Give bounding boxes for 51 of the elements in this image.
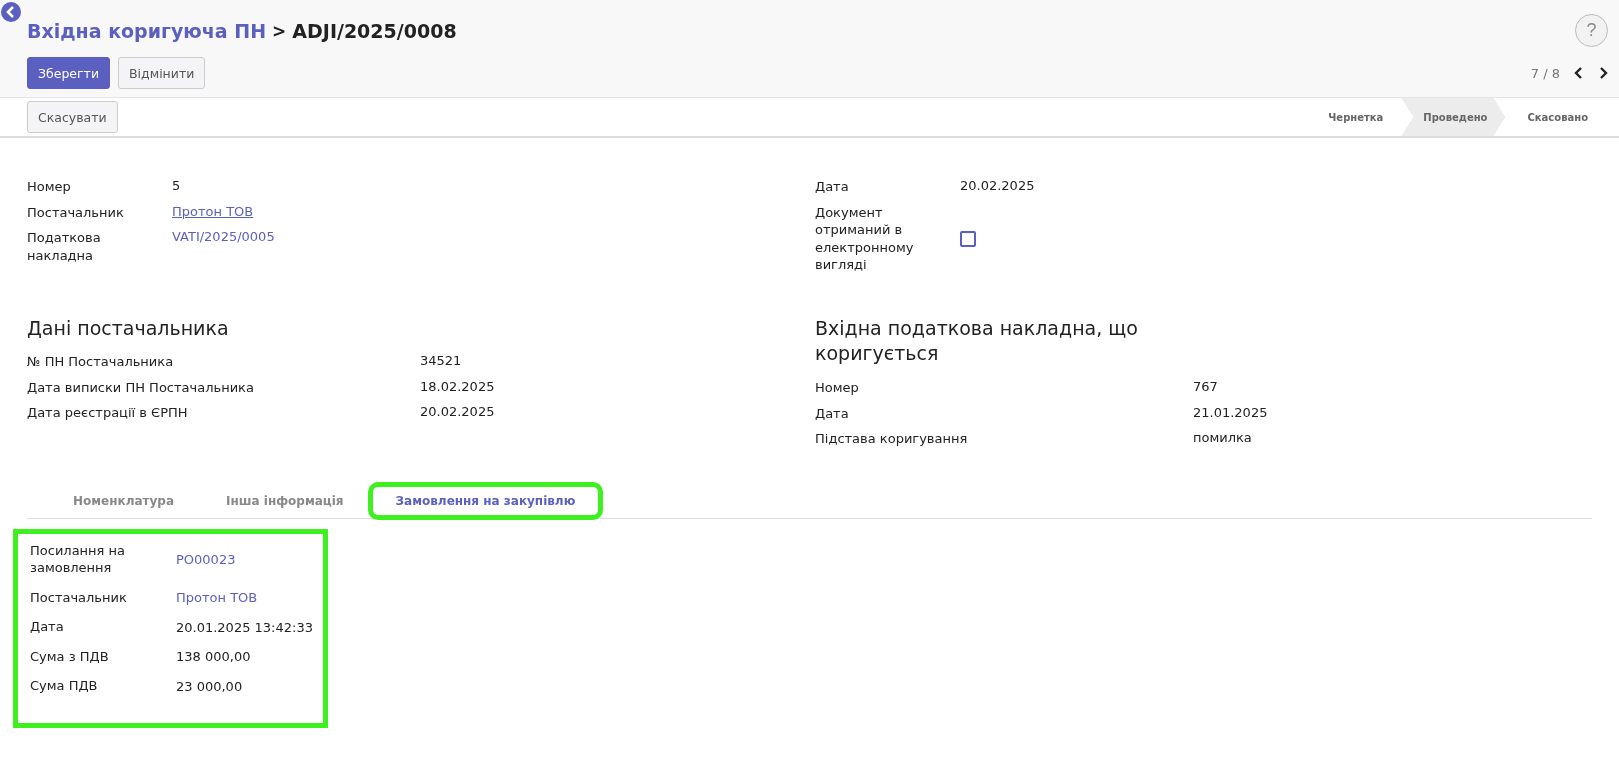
- checkbox[interactable]: [960, 230, 976, 247]
- field-label: № ПН Постачальника: [27, 353, 175, 371]
- field-label: Номер: [27, 178, 72, 196]
- help-button[interactable]: ?: [1575, 14, 1608, 47]
- tab[interactable]: Номенклатура: [47, 483, 201, 518]
- section-title: Вхідна податкова накладна, що коригується: [815, 315, 1139, 367]
- field-value: 18.02.2025: [420, 378, 496, 396]
- reference-link[interactable]: Протон ТОВ: [176, 590, 313, 605]
- field-value: 767: [1193, 379, 1219, 396]
- reference-link[interactable]: VATI/2025/0005: [172, 229, 815, 265]
- field-value: 21.01.2025: [1193, 404, 1269, 422]
- field-label: Посилання на замовлення: [30, 541, 127, 577]
- field-label: Номер: [815, 379, 860, 397]
- section-title: Дані постачальника: [27, 315, 230, 341]
- field-value: 20.01.2025 13:42:33: [176, 619, 313, 635]
- field-label: Дата реєстрації в ЄРПН: [27, 404, 189, 422]
- field-label: Податкова накладна: [27, 229, 102, 265]
- tab[interactable]: Замовлення на закупівлю: [369, 483, 602, 518]
- field-value: 138 000,00: [176, 649, 252, 665]
- field-label: Постачальник: [27, 203, 125, 222]
- status-stage[interactable]: Скасовано: [1505, 98, 1606, 136]
- field-label: Дата: [815, 404, 850, 423]
- status-stage[interactable]: Проведено: [1401, 98, 1506, 136]
- reference-link[interactable]: PO00023: [176, 551, 313, 567]
- field-label: Документ отриманий в електронному вигляді: [815, 203, 915, 274]
- previous-button[interactable]: [1574, 67, 1584, 79]
- field-label: Сума ПДВ: [30, 677, 99, 695]
- next-button[interactable]: [1598, 67, 1608, 79]
- field-label: Дата: [30, 618, 65, 636]
- field-value: 5: [172, 178, 182, 195]
- field-value: 20.02.2025: [960, 178, 1036, 195]
- cancel-button[interactable]: Скасувати: [27, 101, 118, 133]
- supplier-link[interactable]: Протон ТОВ: [172, 203, 815, 222]
- field-label: Сума з ПДВ: [30, 647, 110, 666]
- status-stage[interactable]: Чернетка: [1306, 98, 1402, 136]
- pager-counter: 7 / 8: [1530, 65, 1560, 81]
- field-label: Підстава коригування: [815, 430, 969, 448]
- record-title: ADJI/2025/0008: [292, 19, 457, 42]
- back-icon[interactable]: [1, 2, 21, 22]
- breadcrumb-link[interactable]: Вхідна коригуюча ПН: [27, 19, 267, 42]
- discard-button[interactable]: Відмінити: [118, 57, 206, 89]
- field-label: Постачальник: [30, 588, 128, 607]
- tab[interactable]: Інша інформація: [200, 483, 370, 518]
- field-value: 20.02.2025: [420, 404, 496, 422]
- field-value: 34521: [420, 353, 463, 371]
- field-value: 23 000,00: [176, 678, 244, 694]
- breadcrumb-separator: >: [272, 20, 287, 41]
- field-value: помилка: [1193, 430, 1253, 448]
- save-button[interactable]: Зберегти: [27, 57, 110, 89]
- field-label: Дата виписки ПН Постачальника: [27, 378, 255, 397]
- field-label: Дата: [815, 178, 850, 196]
